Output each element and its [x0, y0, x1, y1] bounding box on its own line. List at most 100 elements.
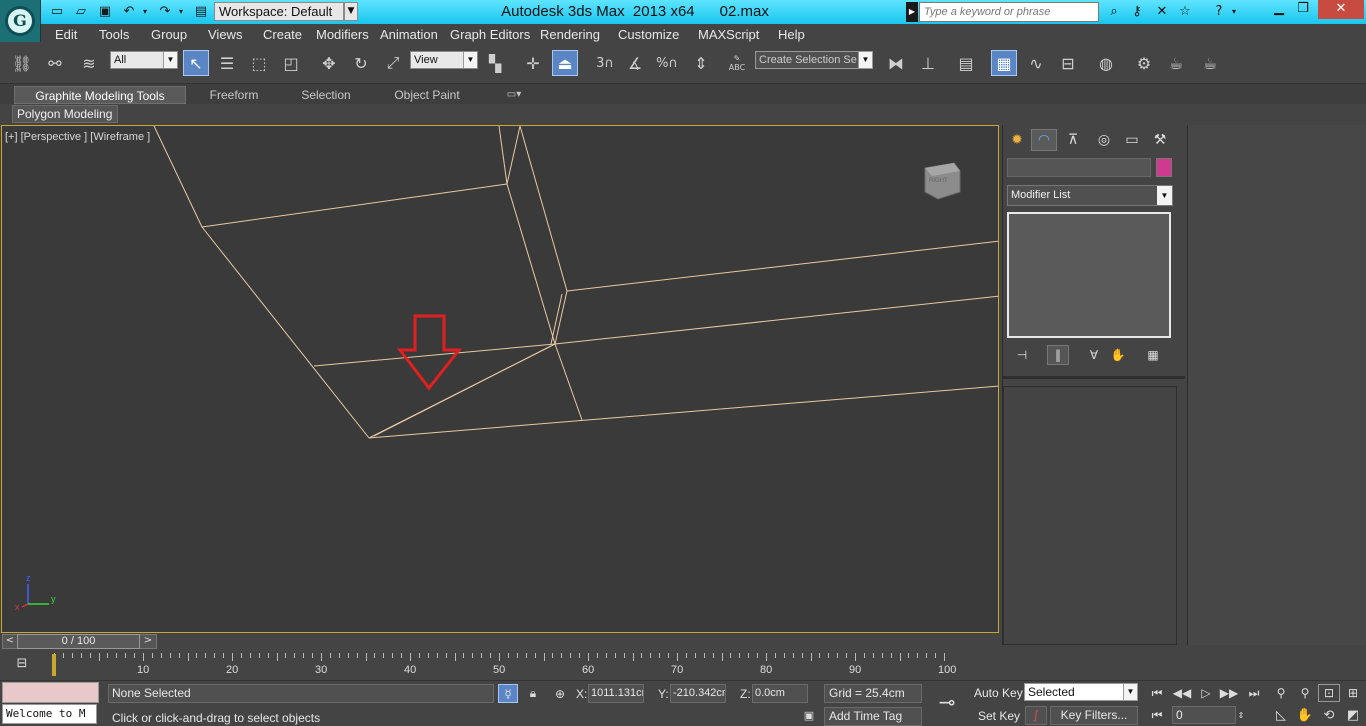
tab-object-paint[interactable]: Object Paint	[380, 86, 474, 104]
x-coordinate-field[interactable]: 1011.131cr	[588, 684, 644, 703]
menu-graph-editors[interactable]: Graph Editors	[450, 27, 530, 42]
project-folder-icon[interactable]: ▤	[192, 3, 210, 20]
motion-tab-icon[interactable]: ◎	[1091, 129, 1117, 151]
tab-selection[interactable]: Selection	[286, 86, 366, 104]
layer-manager-icon[interactable]: ▤	[953, 50, 979, 76]
hierarchy-tab-icon[interactable]: ⊼	[1060, 129, 1086, 151]
pan-view-icon[interactable]: ✋	[1294, 706, 1316, 724]
favorites-star-icon[interactable]: ☆	[1175, 3, 1195, 21]
new-file-icon[interactable]: ▭	[48, 3, 66, 20]
modifier-stack[interactable]	[1007, 212, 1171, 338]
undo-icon[interactable]: ↶	[120, 3, 138, 20]
align-icon[interactable]: ⊥	[915, 50, 941, 76]
tab-graphite-modeling-tools[interactable]: Graphite Modeling Tools	[14, 86, 186, 104]
make-unique-icon[interactable]: ∀	[1083, 345, 1105, 365]
reference-coordinate-dropdown[interactable]: View ▼	[410, 51, 478, 69]
communication-center-icon[interactable]: ✕	[1152, 3, 1172, 21]
go-to-end-icon[interactable]: ⏭	[1243, 684, 1265, 702]
z-coordinate-field[interactable]: 0.0cm	[752, 684, 808, 703]
remove-modifier-icon[interactable]: ✋	[1107, 345, 1129, 365]
isolate-selection-icon[interactable]: ☿	[498, 684, 518, 703]
rectangular-selection-region-icon[interactable]: ⬚	[246, 50, 272, 76]
keyboard-shortcut-override-icon[interactable]: ⏏	[552, 50, 578, 76]
ribbon-panel-polygon-modeling[interactable]: Polygon Modeling	[12, 105, 118, 123]
render-production-icon[interactable]: ☕	[1197, 50, 1223, 76]
restore-icon[interactable]: ❐	[1290, 0, 1316, 19]
select-and-scale-icon[interactable]: ⤢	[380, 50, 406, 76]
object-color-swatch[interactable]	[1156, 158, 1172, 177]
add-time-tag-button[interactable]: Add Time Tag	[824, 707, 922, 726]
utilities-tab-icon[interactable]: ⚒	[1147, 129, 1173, 151]
set-keys-key-icon[interactable]: ⊸	[930, 690, 964, 714]
zoom-icon[interactable]: ⚲	[1270, 684, 1292, 702]
percent-snap-icon[interactable]: % ∩	[654, 50, 680, 76]
current-frame-marker[interactable]	[52, 654, 56, 676]
application-button[interactable]: G	[0, 0, 41, 42]
select-by-name-icon[interactable]: ☰	[214, 50, 240, 76]
undo-dropdown-icon[interactable]: ▾	[140, 3, 150, 20]
save-file-icon[interactable]: ▣	[96, 3, 114, 20]
frame-spinner-icon[interactable]: ⇕	[1236, 706, 1246, 724]
infocenter-toggle-icon[interactable]: ▶	[906, 2, 918, 22]
time-slider-prev-button[interactable]: <	[3, 634, 17, 649]
subscription-key-icon[interactable]: ⚷	[1127, 3, 1147, 21]
go-to-start-icon[interactable]: ⏮	[1146, 684, 1168, 702]
zoom-all-icon[interactable]: ⚲	[1294, 684, 1316, 702]
select-and-rotate-icon[interactable]: ↻	[348, 50, 374, 76]
curve-editor-icon[interactable]: ∿	[1023, 50, 1049, 76]
perspective-viewport[interactable]: RIGHT z y x	[1, 125, 999, 633]
snaps-toggle-icon[interactable]: 3 ∩	[592, 50, 618, 76]
open-file-icon[interactable]: ▱	[72, 3, 90, 20]
edit-named-selection-icon[interactable]: ✎ ABC	[724, 50, 750, 76]
previous-frame-icon[interactable]: ◀◀	[1171, 684, 1193, 702]
selection-filter-dropdown[interactable]: All ▼	[110, 51, 178, 69]
maxscript-mini-listener-output[interactable]: Welcome to M	[2, 704, 97, 724]
ribbon-options-icon[interactable]: ▭▾	[500, 86, 528, 104]
zoom-extents-icon[interactable]: ⊡	[1318, 684, 1340, 702]
modify-tab-icon[interactable]: ◠	[1031, 129, 1057, 151]
create-tab-icon[interactable]: ✹	[1004, 129, 1030, 151]
viewport-label-menu[interactable]: [+] [Perspective ] [Wireframe ]	[5, 131, 150, 143]
selection-lock-icon[interactable]: 🔒︎	[523, 684, 543, 703]
close-icon[interactable]: ✕	[1318, 0, 1364, 19]
menu-rendering[interactable]: Rendering	[540, 27, 600, 42]
modifier-list-dropdown[interactable]: Modifier List ▼	[1007, 185, 1173, 206]
graphite-ribbon-toggle-icon[interactable]: ▦	[991, 50, 1017, 76]
current-frame-field[interactable]: 0	[1172, 706, 1236, 724]
display-tab-icon[interactable]: ▭	[1119, 129, 1145, 151]
select-object-icon[interactable]: ↖	[183, 50, 209, 76]
render-setup-icon[interactable]: ⚙	[1131, 50, 1157, 76]
schematic-view-icon[interactable]: ⊟	[1055, 50, 1081, 76]
angle-snap-icon[interactable]: ∡	[622, 50, 648, 76]
menu-customize[interactable]: Customize	[618, 27, 679, 42]
redo-dropdown-icon[interactable]: ▾	[176, 3, 186, 20]
maxscript-mini-listener-input[interactable]	[2, 682, 99, 703]
play-icon[interactable]: ▷	[1195, 684, 1217, 702]
zoom-extents-all-icon[interactable]: ⊞	[1342, 684, 1364, 702]
time-slider-thumb[interactable]: 0 / 100	[17, 634, 140, 649]
menu-tools[interactable]: Tools	[99, 27, 129, 42]
material-editor-icon[interactable]: ◍	[1093, 50, 1119, 76]
search-input[interactable]: Type a keyword or phrase	[919, 2, 1099, 22]
mirror-icon[interactable]: ⧓	[883, 50, 909, 76]
configure-modifier-sets-icon[interactable]: ▦	[1142, 345, 1164, 365]
redo-icon[interactable]: ↷	[156, 3, 174, 20]
menu-create[interactable]: Create	[263, 27, 302, 42]
open-mini-curve-editor-icon[interactable]: ⊟	[12, 656, 32, 674]
tab-freeform[interactable]: Freeform	[196, 86, 272, 104]
menu-animation[interactable]: Animation	[380, 27, 438, 42]
help-dropdown-icon[interactable]: ▾	[1229, 3, 1239, 21]
select-and-link-icon[interactable]: ⛓	[9, 50, 35, 76]
spinner-snap-icon[interactable]: ⇕	[688, 50, 714, 76]
field-of-view-icon[interactable]: ◺	[1270, 706, 1292, 724]
menu-modifiers[interactable]: Modifiers	[316, 27, 369, 42]
show-end-result-icon[interactable]: ‖	[1047, 345, 1069, 365]
time-tag-icon[interactable]: ▣	[801, 709, 817, 725]
orbit-icon[interactable]: ⟲	[1318, 706, 1340, 724]
window-crossing-icon[interactable]: ◰	[278, 50, 304, 76]
viewcube-icon[interactable]: RIGHT	[924, 162, 961, 200]
auto-key-button[interactable]: Auto Key	[974, 686, 1023, 700]
select-and-manipulate-icon[interactable]: ✛	[520, 50, 546, 76]
bind-space-warp-icon[interactable]: ≋	[76, 50, 102, 76]
named-selection-sets-dropdown[interactable]: Create Selection Se ▼	[755, 51, 873, 69]
